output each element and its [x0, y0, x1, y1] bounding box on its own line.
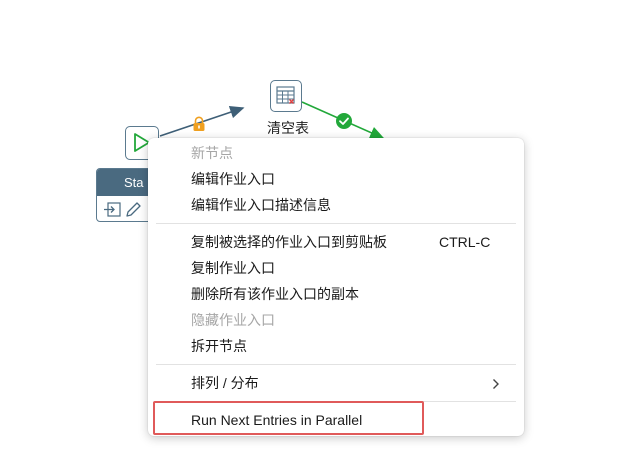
context-menu: 新节点 编辑作业入口 编辑作业入口描述信息 复制被选择的作业入口到剪贴板 CTR…: [148, 138, 524, 436]
edit-pencil-icon[interactable]: [126, 202, 141, 217]
truncate-table-node[interactable]: [270, 80, 302, 112]
menu-separator: [156, 223, 516, 224]
table-node-label: 清空表: [267, 120, 309, 136]
input-icon[interactable]: [104, 202, 121, 217]
menu-item-delete-all-copies[interactable]: 删除所有该作业入口的副本: [191, 281, 359, 307]
menu-item-hide-entry: 隐藏作业入口: [191, 312, 275, 328]
menu-item-edit-entry-description[interactable]: 编辑作业入口描述信息: [191, 192, 331, 218]
highlight-box: [153, 401, 424, 435]
copy-shortcut: CTRL-C: [439, 234, 491, 250]
menu-item-new-node: 新节点: [191, 145, 233, 161]
table-icon: [276, 86, 295, 104]
menu-item-edit-job-entry[interactable]: 编辑作业入口: [191, 166, 275, 192]
menu-item-duplicate-entry[interactable]: 复制作业入口: [191, 255, 275, 281]
chevron-right-icon: [492, 377, 500, 395]
lock-icon: [192, 116, 206, 137]
success-check-icon: [335, 112, 353, 135]
start-node-label: Sta: [97, 169, 155, 196]
menu-item-arrange-distribute[interactable]: 排列 / 分布: [191, 370, 259, 396]
start-node-panel: Sta: [96, 168, 156, 222]
menu-item-copy-to-clipboard[interactable]: 复制被选择的作业入口到剪贴板: [191, 229, 387, 255]
menu-item-detach-node[interactable]: 拆开节点: [191, 333, 247, 359]
menu-separator: [156, 364, 516, 365]
